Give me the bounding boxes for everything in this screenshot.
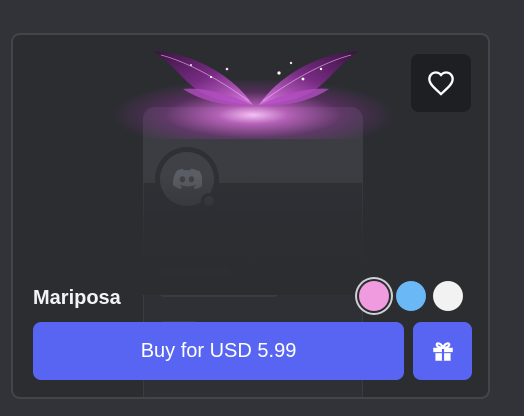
butterfly-wings-decoration bbox=[153, 51, 359, 106]
item-name: Mariposa bbox=[33, 287, 121, 309]
swatch-white[interactable] bbox=[433, 281, 463, 311]
shop-item-card[interactable]: Mariposa Buy for USD 5.99 bbox=[11, 33, 490, 399]
preview-fade bbox=[13, 175, 488, 295]
buy-button[interactable]: Buy for USD 5.99 bbox=[33, 322, 404, 380]
gift-icon bbox=[432, 342, 453, 361]
page: Mariposa Buy for USD 5.99 bbox=[0, 0, 524, 416]
gift-button[interactable] bbox=[413, 322, 472, 380]
color-variant-picker bbox=[359, 281, 463, 311]
favorite-button[interactable] bbox=[411, 54, 471, 112]
swatch-blue[interactable] bbox=[396, 281, 426, 311]
heart-icon bbox=[428, 71, 454, 96]
swatch-pink[interactable] bbox=[359, 281, 389, 311]
